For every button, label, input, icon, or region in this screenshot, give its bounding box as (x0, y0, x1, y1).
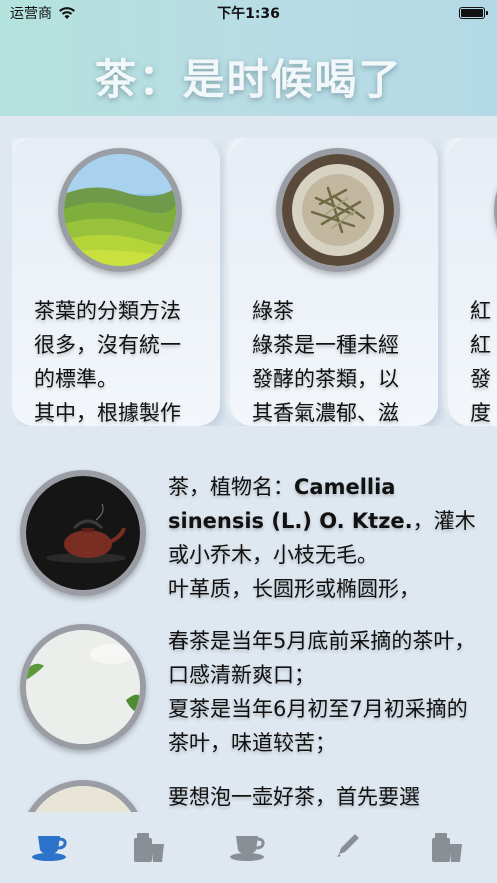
wifi-icon (59, 7, 75, 19)
tea-box-icon (432, 833, 463, 862)
tea-table-image (20, 624, 146, 750)
category-card[interactable]: 茶葉的分類方法 很多，沒有統一 的標準。 其中，根據製作 (12, 138, 220, 426)
list-item-text: 春茶是当年5月底前采摘的茶叶，口感清新爽口； 夏茶是当年6月初至7月初采摘的茶叶… (168, 629, 476, 755)
pencil-icon (336, 834, 359, 857)
tab-bar (0, 812, 497, 883)
status-bar: 运营商 下午1:36 (0, 0, 497, 26)
card-text: 茶葉的分類方法 很多，沒有統一 的標準。 其中，根據製作 (34, 299, 181, 425)
tea-box-icon (134, 833, 165, 862)
card-text: 綠茶 綠茶是一種未經 發酵的茶類，以 其香氣濃郁、滋 (252, 299, 399, 425)
green-tea-bowl-image (276, 148, 400, 272)
battery-icon (459, 7, 488, 19)
page-title: 茶：是时候喝了 (94, 55, 403, 104)
card-text: 紅 紅 發 度 (470, 299, 491, 425)
category-carousel[interactable]: 茶葉的分類方法 很多，沒有統一 的標準。 其中，根據製作 綠茶 綠茶是一種未經 … (12, 138, 497, 426)
tab-tea-home[interactable] (30, 830, 70, 866)
tab-tea-box-2[interactable] (427, 830, 467, 866)
category-card[interactable]: 紅 紅 發 度 (448, 138, 497, 426)
carrier-label: 运营商 (10, 6, 52, 22)
tab-tea-box[interactable] (129, 830, 169, 866)
teacup-icon (31, 836, 67, 861)
list-item-text: 要想泡一壶好茶，首先要選 (168, 785, 420, 809)
tea-plantation-image (58, 148, 182, 272)
tab-teacup[interactable] (228, 830, 268, 866)
teacup-icon (230, 836, 266, 861)
tab-edit[interactable] (328, 830, 368, 866)
list-item-text: 茶，植物名：Camellia sinensis (L.) O. Ktze.，灌木… (168, 475, 476, 601)
category-card[interactable]: 綠茶 綠茶是一種未經 發酵的茶類，以 其香氣濃郁、滋 (230, 138, 438, 426)
teapot-image (20, 470, 146, 596)
